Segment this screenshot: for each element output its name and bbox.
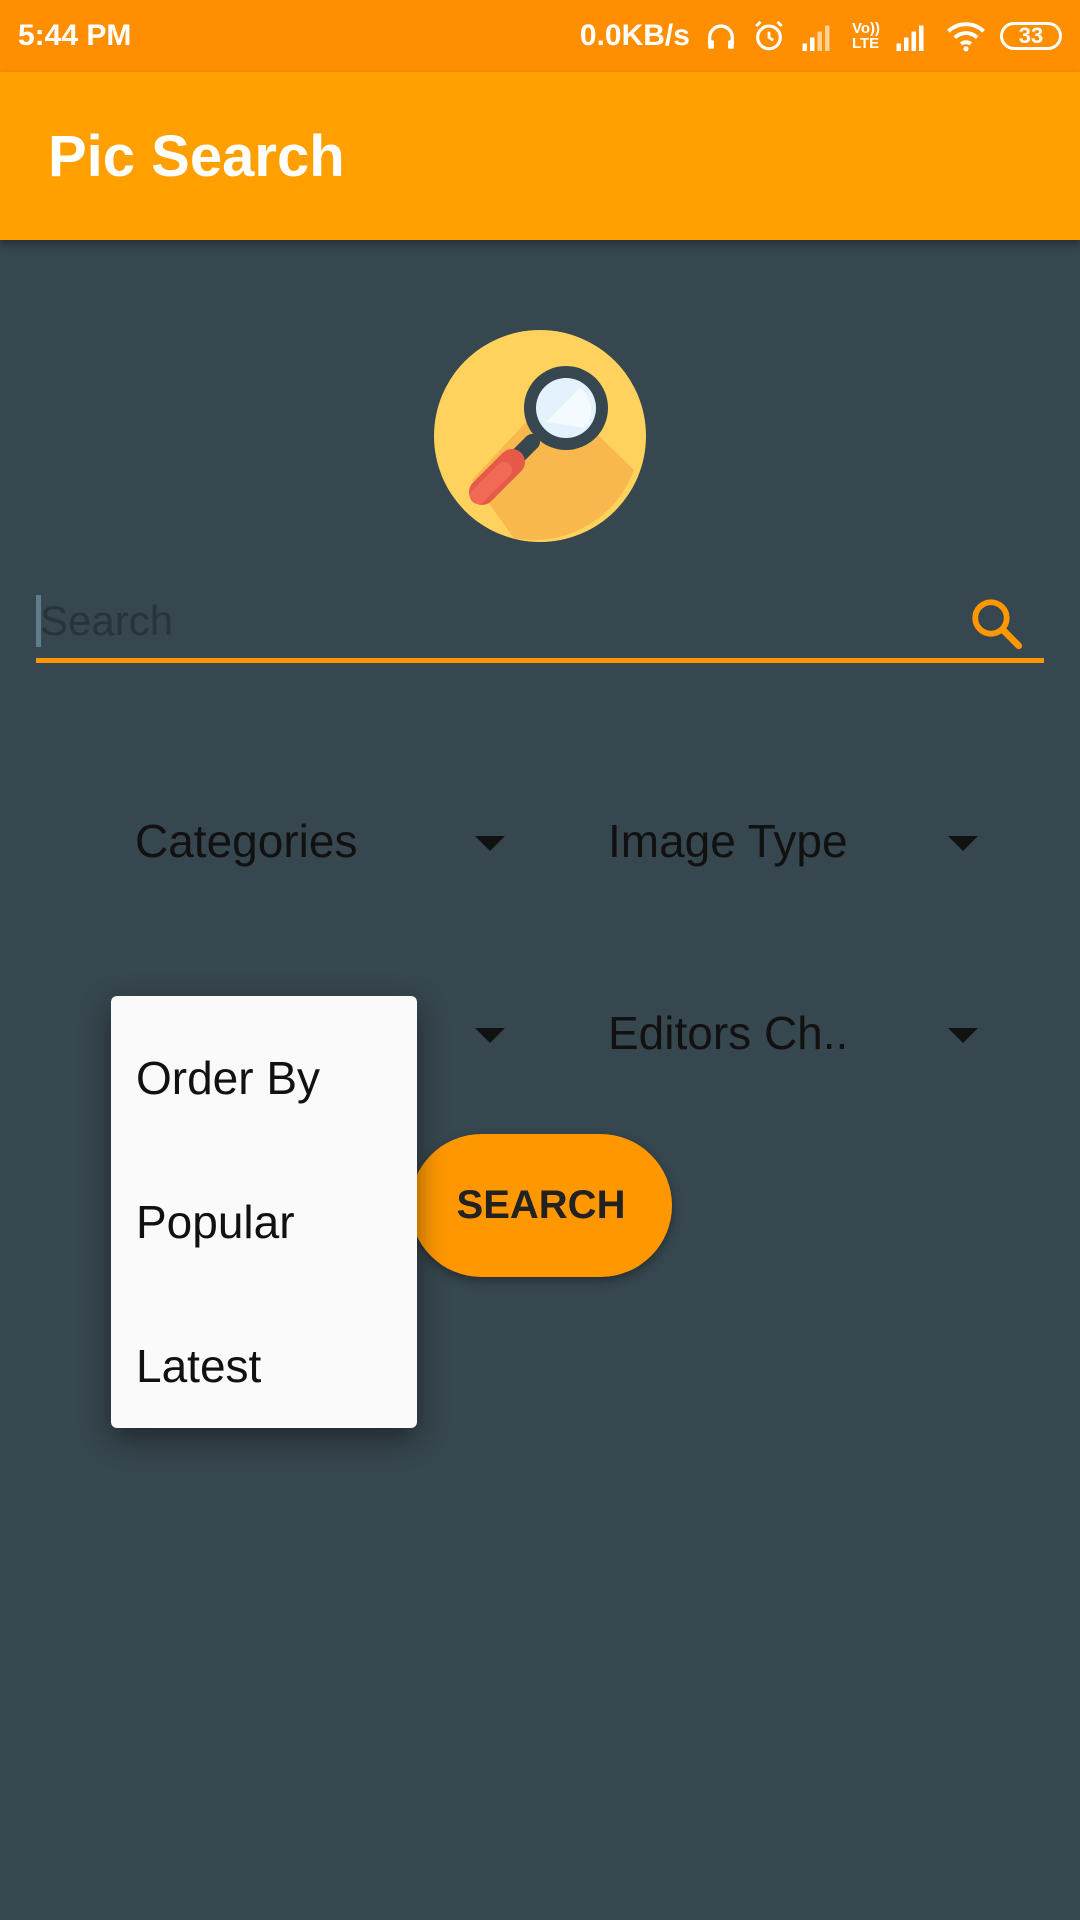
editors-choice-label: Editors Ch.. xyxy=(608,1007,849,1059)
menu-item-popular[interactable]: Popular xyxy=(111,1150,417,1294)
categories-label: Categories xyxy=(135,815,358,867)
headphones-icon xyxy=(704,19,738,53)
magnifier-logo-icon xyxy=(434,330,646,542)
app-bar: Pic Search xyxy=(0,72,1080,240)
image-type-dropdown[interactable]: Image Type xyxy=(608,805,978,877)
search-button[interactable]: SEARCH xyxy=(410,1134,672,1277)
text-cursor xyxy=(36,595,41,647)
dropdown-arrow-icon xyxy=(948,1028,978,1043)
status-bar: 5:44 PM 0.0KB/s Vo)) LTE 33 xyxy=(0,0,1080,72)
volte-icon: Vo)) LTE xyxy=(851,20,880,52)
search-input[interactable] xyxy=(36,585,936,657)
app-title: Pic Search xyxy=(48,123,345,189)
dropdown-arrow-icon xyxy=(475,1028,505,1043)
search-field[interactable] xyxy=(36,585,1044,663)
alarm-icon xyxy=(752,19,786,53)
signal-icon xyxy=(800,21,838,51)
menu-item-latest[interactable]: Latest xyxy=(111,1294,417,1438)
dropdown-arrow-icon xyxy=(475,836,505,851)
signal-icon xyxy=(894,21,932,51)
battery-level: 33 xyxy=(1018,23,1044,48)
categories-dropdown[interactable]: Categories xyxy=(135,805,505,877)
order-by-menu: Order By Popular Latest xyxy=(111,996,417,1428)
menu-item-order-by[interactable]: Order By xyxy=(111,1006,417,1150)
editors-choice-dropdown[interactable]: Editors Ch.. xyxy=(608,997,978,1069)
battery-icon: 33 xyxy=(1000,22,1062,50)
status-time: 5:44 PM xyxy=(18,19,132,52)
dropdown-arrow-icon xyxy=(948,836,978,851)
wifi-icon xyxy=(946,20,986,52)
image-type-label: Image Type xyxy=(608,815,848,867)
status-icons: 0.0KB/s Vo)) LTE 33 xyxy=(580,19,1062,53)
network-speed: 0.0KB/s xyxy=(579,19,690,52)
search-icon[interactable] xyxy=(968,595,1026,653)
